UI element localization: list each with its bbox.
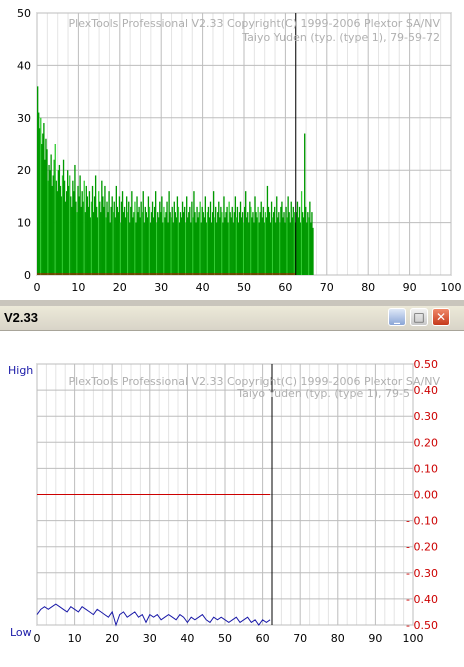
x-tick-label: 10 (71, 281, 85, 294)
right-tick-label: - 0.30 (406, 567, 438, 580)
right-tick-label: - 0.50 (406, 619, 438, 632)
x-tick-label: 90 (403, 281, 417, 294)
minimize-button[interactable]: _ (388, 308, 406, 326)
y-tick-label: 30 (17, 112, 31, 125)
x-tick-label: 30 (154, 281, 168, 294)
error-bar (312, 227, 314, 275)
maximize-button[interactable]: □ (410, 308, 428, 326)
x-tick-label: 10 (68, 632, 82, 645)
x-tick-label: 100 (441, 281, 462, 294)
right-tick-label: - 0.20 (406, 541, 438, 554)
error-rate-chart: PlexTools Professional V2.33 Copyright(C… (0, 0, 464, 300)
y-tick-label: 0 (24, 269, 31, 282)
y-tick-label: 50 (17, 7, 31, 20)
high-label: High (8, 364, 33, 377)
jitter-beta-chart-panel: PlexTools Professional V2.33 Copyright(C… (0, 331, 464, 662)
watermark-line2: Taiyo Yuden (typ. (type 1), 79-59-72 (241, 31, 440, 44)
right-tick-label: 0.00 (414, 489, 439, 502)
maximize-icon: □ (413, 310, 425, 324)
x-tick-label: 80 (331, 632, 345, 645)
right-tick-label: 0.20 (414, 436, 439, 449)
right-tick-label: 0.10 (414, 462, 439, 475)
x-tick-label: 70 (320, 281, 334, 294)
x-tick-label: 20 (113, 281, 127, 294)
watermark-line1: PlexTools Professional V2.33 Copyright(C… (69, 17, 441, 30)
right-tick-label: - 0.40 (406, 593, 438, 606)
x-tick-label: 100 (403, 632, 424, 645)
x-tick-label: 50 (218, 632, 232, 645)
close-icon: ✕ (435, 310, 447, 324)
x-tick-label: 40 (180, 632, 194, 645)
x-tick-label: 30 (143, 632, 157, 645)
y-tick-label: 40 (17, 59, 31, 72)
close-button[interactable]: ✕ (432, 308, 450, 326)
x-tick-label: 0 (34, 281, 41, 294)
right-tick-label: 0.30 (414, 410, 439, 423)
right-tick-label: 0.50 (414, 358, 439, 371)
error-rate-chart-panel: PlexTools Professional V2.33 Copyright(C… (0, 0, 464, 300)
watermark-line2: Taiyo Yuden (typ. (type 1), 79-5 (236, 387, 410, 400)
x-tick-label: 80 (361, 281, 375, 294)
x-tick-label: 90 (368, 632, 382, 645)
right-tick-label: 0.40 (414, 384, 439, 397)
x-tick-label: 0 (34, 632, 41, 645)
jitter-beta-chart: PlexTools Professional V2.33 Copyright(C… (0, 331, 464, 662)
right-tick-label: - 0.10 (406, 515, 438, 528)
x-tick-label: 60 (256, 632, 270, 645)
window-titlebar[interactable]: V2.33 _ □ ✕ (0, 306, 464, 331)
x-tick-label: 60 (278, 281, 292, 294)
minimize-icon: _ (394, 310, 400, 324)
x-tick-label: 20 (105, 632, 119, 645)
y-tick-label: 10 (17, 217, 31, 230)
y-tick-label: 20 (17, 164, 31, 177)
x-tick-label: 40 (196, 281, 210, 294)
low-label: Low (10, 626, 32, 639)
x-tick-label: 50 (237, 281, 251, 294)
x-tick-label: 70 (293, 632, 307, 645)
window-title: V2.33 (4, 310, 38, 325)
